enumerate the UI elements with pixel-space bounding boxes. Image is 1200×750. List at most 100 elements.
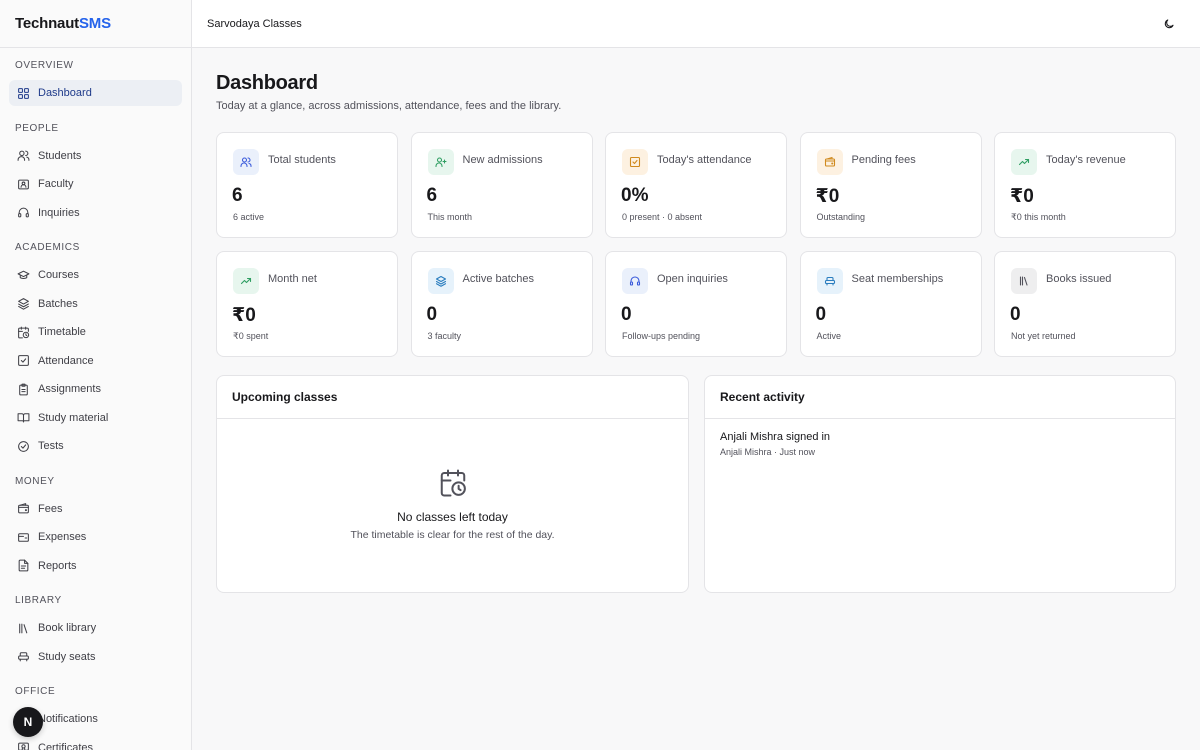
org-name: Sarvodaya Classes bbox=[207, 17, 302, 30]
id-card-icon bbox=[18, 179, 29, 189]
sidebar-item-study-seats[interactable]: Study seats bbox=[9, 644, 182, 670]
sidebar-item-label: Reports bbox=[38, 559, 77, 572]
sidebar-item-label: Timetable bbox=[38, 326, 86, 338]
section-label-academics: ACADEMICS bbox=[15, 242, 80, 253]
sidebar-item-batches[interactable]: Batches bbox=[9, 291, 182, 317]
headset-icon bbox=[18, 207, 29, 218]
sidebar-item-label: Study seats bbox=[38, 650, 96, 663]
stat-subtext: Follow-ups pending bbox=[622, 331, 701, 341]
recent-activity-title: Recent activity bbox=[705, 376, 1175, 419]
stat-card-new-admissions[interactable]: New admissions 6 This month bbox=[410, 132, 593, 238]
sidebar-item-attendance[interactable]: Attendance bbox=[9, 348, 182, 374]
activity-item: Anjali Mishra signed in Anjali Mishra · … bbox=[705, 419, 1175, 469]
stat-value: 6 bbox=[426, 185, 438, 206]
sidebar-item-book-library[interactable]: Book library bbox=[9, 615, 182, 641]
activity-text: Anjali Mishra signed in bbox=[720, 431, 831, 443]
file-text-icon bbox=[18, 559, 29, 572]
stat-label: Open inquiries bbox=[657, 273, 728, 285]
stat-icon-badge bbox=[427, 268, 454, 294]
sidebar-item-inquiries[interactable]: Inquiries bbox=[9, 200, 182, 226]
armchair-icon bbox=[824, 276, 835, 286]
sidebar-item-label: Expenses bbox=[38, 531, 87, 543]
stat-card-total-students[interactable]: Total students 6 6 active bbox=[216, 132, 398, 238]
stat-subtext: ₹0 spent bbox=[233, 331, 269, 341]
wallet-icon bbox=[824, 156, 835, 167]
stat-label: Active batches bbox=[462, 273, 535, 285]
stat-card-open-inquiries[interactable]: Open inquiries 0 Follow-ups pending bbox=[605, 251, 787, 357]
sidebar-item-students[interactable]: Students bbox=[9, 143, 182, 169]
stat-value: 0 bbox=[1010, 304, 1021, 325]
topbar: Sarvodaya Classes bbox=[192, 0, 1200, 48]
trending-up-icon bbox=[240, 277, 252, 285]
sidebar-item-dashboard[interactable]: Dashboard bbox=[9, 80, 182, 106]
stat-icon-badge bbox=[816, 149, 843, 175]
layers-icon bbox=[435, 275, 446, 287]
section-label-people: PEOPLE bbox=[15, 122, 59, 134]
check-circle-icon bbox=[18, 440, 29, 452]
stat-subtext: Active bbox=[816, 331, 842, 341]
stat-card-books-issued[interactable]: Books issued 0 Not yet returned bbox=[994, 251, 1176, 357]
trending-up-icon bbox=[1018, 158, 1030, 166]
sidebar-item-label: Attendance bbox=[38, 354, 94, 367]
graduation-cap-icon bbox=[17, 270, 30, 279]
stat-icon-badge bbox=[1011, 149, 1037, 175]
sidebar-item-faculty[interactable]: Faculty bbox=[9, 171, 182, 197]
stat-subtext: This month bbox=[427, 212, 473, 222]
check-square-icon bbox=[629, 156, 641, 168]
sidebar-item-tests[interactable]: Tests bbox=[9, 433, 182, 459]
section-label-overview: OVERVIEW bbox=[15, 60, 74, 71]
recent-activity-panel: Recent activity Anjali Mishra signed in … bbox=[704, 375, 1176, 593]
sidebar-item-certificates[interactable]: Certificates bbox=[9, 735, 182, 750]
sidebar-item-label: Study material bbox=[38, 411, 109, 424]
sidebar-item-study-material[interactable]: Study material bbox=[9, 405, 182, 431]
wallet-icon bbox=[18, 503, 29, 514]
stat-card-month-net[interactable]: Month net ₹0 ₹0 spent bbox=[216, 251, 398, 357]
stat-subtext: ₹0 this month bbox=[1011, 212, 1066, 222]
stat-subtext: 6 active bbox=[233, 212, 265, 222]
brand-logo[interactable]: Technaut SMS bbox=[0, 0, 191, 48]
brand-name-part2: SMS bbox=[78, 15, 111, 32]
sidebar-item-fees[interactable]: Fees bbox=[9, 496, 182, 522]
sidebar-item-label: Batches bbox=[38, 297, 78, 310]
moon-icon bbox=[1164, 19, 1174, 29]
users-icon bbox=[240, 157, 252, 168]
brand-name-part1: Technaut bbox=[15, 15, 79, 32]
stat-subtext: Not yet returned bbox=[1011, 331, 1076, 341]
headset-icon bbox=[629, 276, 641, 286]
sidebar-item-timetable[interactable]: Timetable bbox=[9, 319, 182, 345]
sidebar-nav: OVERVIEW Dashboard PEOPLE Students Faculty In… bbox=[0, 48, 191, 750]
stat-value: 0 bbox=[621, 304, 632, 325]
sidebar-item-courses[interactable]: Courses bbox=[9, 262, 182, 288]
assistant-fab-button[interactable]: N bbox=[13, 707, 43, 737]
sidebar-item-label: Dashboard bbox=[38, 87, 92, 99]
stat-icon-badge bbox=[622, 149, 648, 175]
stat-icon-badge bbox=[233, 149, 259, 175]
stat-value: 0% bbox=[621, 185, 649, 206]
stat-label: Books issued bbox=[1046, 273, 1112, 285]
stat-icon-badge bbox=[427, 149, 454, 175]
stat-value: 6 bbox=[232, 185, 243, 206]
sidebar-item-reports[interactable]: Reports bbox=[9, 553, 182, 579]
stat-card-pending-fees[interactable]: Pending fees ₹0 Outstanding bbox=[799, 132, 982, 238]
sidebar-item-label: Faculty bbox=[38, 178, 74, 190]
library-icon bbox=[1019, 276, 1028, 286]
sidebar-item-label: Tests bbox=[38, 440, 64, 452]
stat-card-today-s-revenue[interactable]: Today's revenue ₹0 ₹0 this month bbox=[994, 132, 1176, 238]
clipboard-icon bbox=[19, 383, 28, 395]
stat-card-seat-memberships[interactable]: Seat memberships 0 Active bbox=[799, 251, 982, 357]
stat-value: 0 bbox=[815, 304, 827, 325]
stat-subtext: 0 present · 0 absent bbox=[622, 212, 703, 222]
theme-toggle-button[interactable] bbox=[1160, 15, 1178, 33]
upcoming-classes-title: Upcoming classes bbox=[217, 376, 688, 419]
stat-icon-badge bbox=[622, 268, 648, 294]
sidebar-item-expenses[interactable]: Expenses bbox=[9, 524, 182, 550]
sidebar-item-label: Book library bbox=[38, 622, 97, 634]
section-label-library: LIBRARY bbox=[15, 595, 62, 606]
sidebar-item-assignments[interactable]: Assignments bbox=[9, 376, 182, 402]
stat-label: Month net bbox=[268, 273, 317, 285]
stat-card-active-batches[interactable]: Active batches 0 3 faculty bbox=[410, 251, 593, 357]
stat-card-today-s-attendance[interactable]: Today's attendance 0% 0 present · 0 absent bbox=[605, 132, 787, 238]
stat-icon-badge bbox=[233, 268, 259, 294]
page-title: Dashboard bbox=[216, 72, 318, 94]
sidebar: Technaut SMS OVERVIEW Dashboard PEOPLE Stude… bbox=[0, 0, 192, 750]
